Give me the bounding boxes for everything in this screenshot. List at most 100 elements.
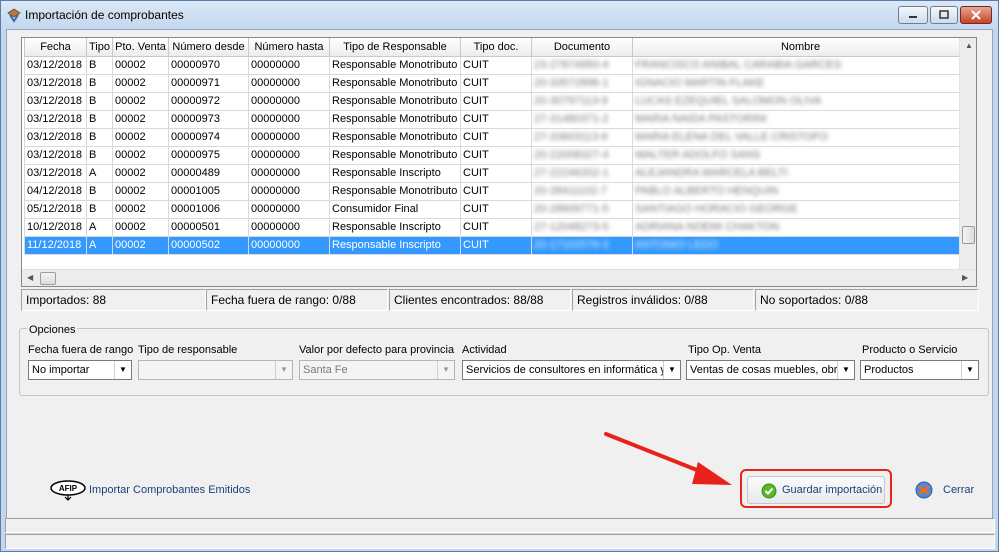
comprobantes-grid[interactable]: Fecha Tipo Pto. Venta Número desde Númer… [21,37,977,287]
title-bar[interactable]: Importación de comprobantes [1,1,998,29]
cell-text: Responsable Monotributo [332,59,458,71]
cell-pto: 00002 [112,127,169,147]
table-row[interactable]: 03/12/2018 B 00002 00000970 00000000 Responsa… [24,55,969,75]
cell-nombre: ALEJANDRA MARCELA BELTI [632,163,969,183]
table-row[interactable]: 03/12/2018 B 00002 00000974 00000000 Responsa… [24,127,969,147]
cell-text: 00000000 [251,77,300,89]
maximize-button[interactable] [930,6,958,24]
cell-text: Responsable Inscripto [332,221,441,233]
check-circle-icon [761,483,777,499]
table-row[interactable]: 05/12/2018 B 00002 00001006 00000000 Consumid… [24,199,969,219]
cell-tipo-doc: CUIT [460,55,532,75]
column-header[interactable]: Pto. Venta [112,38,169,57]
cell-documento: 27-22246202-1 [531,163,633,183]
horizontal-scrollbar[interactable]: ◀ ▶ [22,269,976,286]
cell-text: 27-12048273-5 [534,221,609,233]
column-header[interactable]: Documento [531,38,633,57]
cell-text: 00001006 [171,203,220,215]
cell-text: 03/12/2018 [27,167,83,179]
cell-desde: 00000970 [168,55,249,75]
cell-fecha: 03/12/2018 [24,109,87,129]
cell-fecha: 03/12/2018 [24,73,87,93]
red-arrow-annotation [604,432,732,485]
cell-text: Responsable Monotributo [332,77,458,89]
table-row[interactable]: 03/12/2018 B 00002 00000975 00000000 Responsa… [24,145,969,165]
table-row[interactable]: 03/12/2018 A 00002 00000489 00000000 Responsa… [24,163,969,183]
cell-tipo-doc: CUIT [460,217,532,237]
cell-nombre: FRANCISCO ANIBAL CARABIA GARCES [632,55,969,75]
provincia-select[interactable]: Santa Fe ▼ [299,360,455,380]
cell-text: B [89,59,97,71]
cell-desde: 00000502 [168,235,249,255]
cell-text: CUIT [463,239,489,251]
tipo-responsable-select[interactable]: ▼ [138,360,293,380]
table-row[interactable]: 03/12/2018 B 00002 00000972 00000000 Responsa… [24,91,969,111]
chevron-down-icon[interactable]: ▼ [663,361,680,379]
cell-responsable: Consumidor Final [329,199,461,219]
cell-text: 00002 [115,113,146,125]
close-window-button[interactable] [960,6,992,24]
options-legend: Opciones [27,324,78,336]
vertical-scroll-thumb[interactable] [962,226,975,244]
cell-text: CUIT [463,113,489,125]
column-header[interactable]: Número desde [168,38,249,57]
table-row[interactable]: 11/12/2018 A 00002 00000502 00000000 Responsa… [24,235,969,255]
column-header[interactable]: Nombre [632,38,969,57]
cerrar-button[interactable]: Cerrar [913,478,983,502]
cell-tipo: A [86,163,113,183]
cell-fecha: 10/12/2018 [24,217,87,237]
cell-text: 11/12/2018 [27,239,82,251]
column-header[interactable]: Número hasta [248,38,330,57]
guardar-importacion-button[interactable]: Guardar importación [747,476,885,504]
cell-hasta: 00000000 [248,181,330,201]
cell-text: 00002 [115,221,146,233]
table-row[interactable]: 10/12/2018 A 00002 00000501 00000000 Responsa… [24,217,969,237]
cell-tipo: B [86,127,113,147]
cell-documento: 20-28411102-7 [531,181,633,201]
scroll-left-icon[interactable]: ◀ [27,273,33,282]
importar-emitidos-link[interactable]: Importar Comprobantes Emitidos [89,484,250,496]
afip-icon[interactable]: AFIP [49,479,87,501]
cell-text: B [89,77,97,89]
cell-fecha: 03/12/2018 [24,127,87,147]
chevron-down-icon[interactable]: ▼ [961,361,978,379]
tipo-op-select[interactable]: Ventas de cosas muebles, obra ▼ [686,360,855,380]
cell-text: 10/12/2018 [27,221,83,233]
scroll-right-icon[interactable]: ▶ [962,273,968,282]
cell-nombre: IGNACIO MARTIN FLAKE [632,73,969,93]
cell-text: WALTER ADOLFO SANS [635,149,761,161]
actividad-label: Actividad [462,344,507,356]
cell-documento: 20-33572896-1 [531,73,633,93]
scroll-up-icon[interactable]: ▲ [965,41,973,50]
chevron-down-icon[interactable]: ▼ [275,361,292,379]
cell-tipo-doc: CUIT [460,109,532,129]
cell-tipo: B [86,145,113,165]
horizontal-scroll-thumb[interactable] [40,272,56,285]
cell-nombre: MARIA NAIDA PASTORINI [632,109,969,129]
chevron-down-icon[interactable]: ▼ [437,361,454,379]
table-row[interactable]: 03/12/2018 B 00002 00000973 00000000 Responsa… [24,109,969,129]
cell-tipo: B [86,181,113,201]
table-row[interactable]: 04/12/2018 B 00002 00001005 00000000 Responsa… [24,181,969,201]
actividad-select[interactable]: Servicios de consultores en informática … [462,360,681,380]
chevron-down-icon[interactable]: ▼ [837,361,854,379]
column-header[interactable]: Tipo de Responsable [329,38,461,57]
vertical-scrollbar[interactable]: ▲ [959,38,976,270]
column-header[interactable]: Fecha [24,38,87,57]
cell-text: 00000000 [251,203,300,215]
cell-text: CUIT [463,149,489,161]
cell-text: CUIT [463,131,489,143]
minimize-icon [909,16,917,18]
cell-text: 00002 [115,167,146,179]
chevron-down-icon[interactable]: ▼ [114,361,131,379]
cell-text: 27-20603113-6 [534,131,608,143]
cell-responsable: Responsable Inscripto [329,235,461,255]
column-header[interactable]: Tipo [86,38,113,57]
cell-text: 00000000 [251,59,300,71]
cell-text: ADRIANA NOEMI CHAKTON [635,221,780,233]
minimize-button[interactable] [898,6,928,24]
fecha-fuera-select[interactable]: No importar ▼ [28,360,132,380]
producto-select[interactable]: Productos ▼ [860,360,979,380]
table-row[interactable]: 03/12/2018 B 00002 00000971 00000000 Responsa… [24,73,969,93]
column-header[interactable]: Tipo doc. [460,38,532,57]
